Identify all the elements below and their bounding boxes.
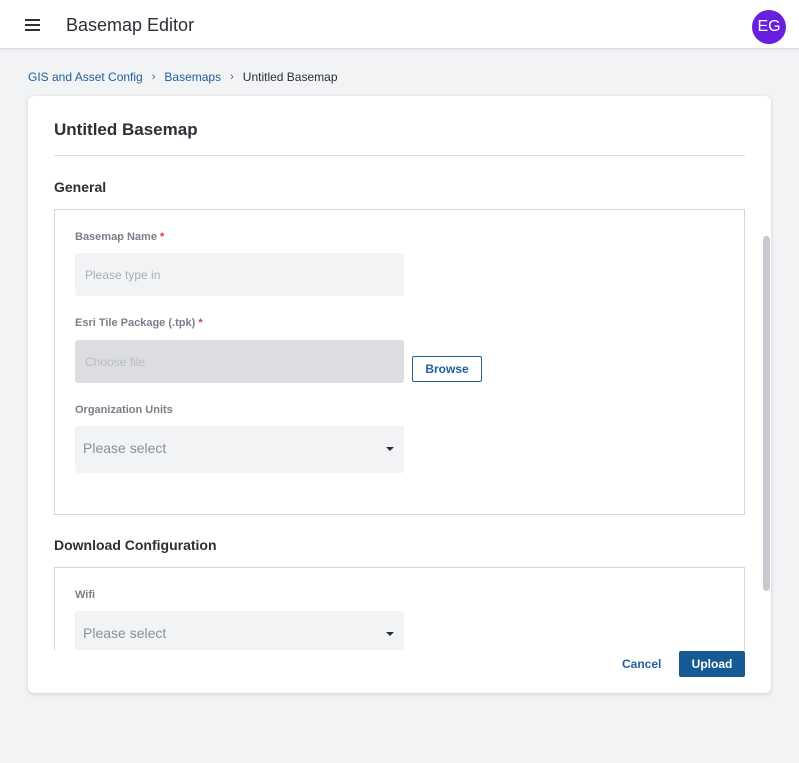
scrollbar-thumb[interactable] [763, 236, 770, 591]
upload-button[interactable]: Upload [679, 651, 745, 677]
cancel-button[interactable]: Cancel [622, 657, 661, 671]
form-scroll-area: General Basemap Name * Esri Tile Package… [28, 156, 771, 650]
breadcrumb-basemaps[interactable]: Basemaps [164, 70, 221, 84]
chevron-right-icon: › [151, 71, 156, 83]
caret-down-icon [386, 447, 394, 451]
section-title-download: Download Configuration [54, 537, 217, 553]
organization-units-select[interactable]: Please select [75, 426, 404, 473]
app-bar: Basemap Editor EG [0, 0, 799, 49]
browse-button[interactable]: Browse [412, 356, 482, 382]
wifi-select[interactable]: Please select [75, 611, 404, 650]
tile-package-label: Esri Tile Package (.tpk) * [75, 317, 203, 329]
basemap-name-input[interactable] [75, 253, 404, 296]
breadcrumb: GIS and Asset Config › Basemaps › Untitl… [28, 69, 338, 85]
wifi-label: Wifi [75, 589, 96, 601]
required-marker: * [198, 317, 203, 329]
download-panel: Wifi Please select [54, 567, 745, 650]
breadcrumb-current: Untitled Basemap [242, 70, 338, 84]
basemap-name-label: Basemap Name * [75, 231, 165, 243]
tile-package-file-field [75, 340, 404, 383]
organization-units-value: Please select [83, 440, 167, 456]
caret-down-icon [386, 632, 394, 636]
section-title-general: General [54, 179, 107, 195]
general-panel: Basemap Name * Esri Tile Package (.tpk) … [54, 209, 745, 515]
page-title: Untitled Basemap [54, 120, 198, 139]
app-title: Basemap Editor [66, 15, 195, 35]
wifi-value: Please select [83, 625, 167, 641]
avatar[interactable]: EG [752, 10, 786, 44]
menu-icon[interactable] [25, 19, 40, 31]
required-marker: * [160, 231, 165, 243]
basemap-form-card: Untitled Basemap General Basemap Name * … [28, 96, 771, 693]
chevron-right-icon: › [230, 71, 234, 83]
breadcrumb-gis-asset-config[interactable]: GIS and Asset Config [28, 70, 143, 84]
organization-units-label: Organization Units [75, 404, 173, 416]
